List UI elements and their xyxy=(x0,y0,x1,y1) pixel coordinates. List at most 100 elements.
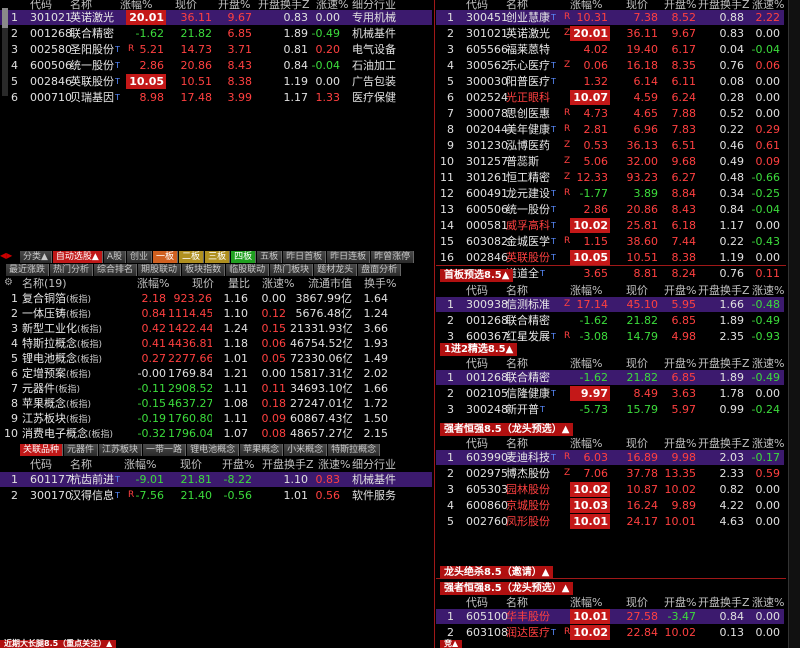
stock-code[interactable]: 001268 xyxy=(466,370,508,385)
col-sector-price[interactable]: 现价 xyxy=(192,276,214,291)
table-row[interactable]: 8 002044 美年健康T R 2.81 6.96 7.83 0.22 0.29 xyxy=(436,122,784,137)
col-turn[interactable]: 开盘换手Z xyxy=(698,595,750,610)
stock-code[interactable]: 301261 xyxy=(466,170,508,185)
stock-code[interactable]: 001268 xyxy=(466,313,508,328)
stock-name-cell[interactable]: 凤形股份 xyxy=(506,514,550,529)
stock-name-cell[interactable]: 圣阳股份T xyxy=(70,42,120,57)
stock-name[interactable]: 威孚高科 xyxy=(506,219,550,232)
col-code[interactable]: 代码 xyxy=(466,436,488,451)
stock-code[interactable]: 300562 xyxy=(466,58,508,73)
tab-tabs_row3-4[interactable]: 锂电池概念 xyxy=(187,444,240,456)
stock-name[interactable]: 圣阳股份 xyxy=(70,43,114,56)
col-open[interactable]: 开盘% xyxy=(664,356,696,371)
col-open[interactable]: 开盘% xyxy=(664,283,696,298)
col-sector-name[interactable]: 名称(19) xyxy=(22,276,67,291)
stock-name[interactable]: 润达医疗 xyxy=(506,626,550,639)
stock-code[interactable]: 300030 xyxy=(466,74,508,89)
stock-code[interactable]: 301230 xyxy=(466,138,508,153)
tab-tabs_row2-2[interactable]: 综合排名 xyxy=(94,264,138,276)
stock-code[interactable]: 601177 xyxy=(30,472,72,487)
col-turn[interactable]: 开盘换手Z xyxy=(262,457,314,472)
stock-code[interactable]: 002975 xyxy=(466,466,508,481)
tab-tabs_row2-0[interactable]: 最近涨跌 xyxy=(6,264,50,276)
stock-name[interactable]: 恒工精密 xyxy=(506,171,550,184)
col-name[interactable]: 名称 xyxy=(506,595,528,610)
stock-code[interactable]: 002846 xyxy=(466,250,508,265)
stock-name-cell[interactable]: 京城股份 xyxy=(506,498,550,513)
table-row[interactable]: 2 603108 润达医疗T R 10.02 22.84 10.02 0.13 0.00 xyxy=(436,625,784,640)
stock-code[interactable]: 002105 xyxy=(466,386,508,401)
sector-row[interactable]: 3 新型工业化(板指) 0.42 1422.44 1.24 0.15 21331.93亿 3.… xyxy=(0,321,432,336)
stock-name[interactable]: 阳普医疗 xyxy=(506,75,550,88)
section-label-g[interactable]: 强者恒强8.5（龙头预选）▲ xyxy=(440,423,574,436)
stock-name-cell[interactable]: 新开普T xyxy=(506,402,545,417)
table-row[interactable]: 4 600860 京城股份 10.03 16.24 9.89 4.22 0.00 xyxy=(436,498,784,513)
col-sector-turn[interactable]: 换手% xyxy=(364,276,396,291)
stock-name[interactable]: 英诺激光 xyxy=(70,11,114,24)
gear-icon[interactable]: ⚙ xyxy=(4,277,13,288)
tab-tabs_row1-11[interactable]: 昨曾涨停 xyxy=(371,251,415,263)
stock-code[interactable]: 002044 xyxy=(466,122,508,137)
col-price[interactable]: 现价 xyxy=(626,283,648,298)
stock-code[interactable]: 600367 xyxy=(466,329,508,344)
stock-code[interactable]: 603108 xyxy=(466,625,508,640)
stock-name-cell[interactable]: 阳普医疗T xyxy=(506,74,556,89)
col-speed[interactable]: 涨速% xyxy=(752,595,784,610)
table-row[interactable]: 13 600506 统一股份T 2.86 20.86 8.43 0.84 -0.04 xyxy=(436,202,784,217)
tab-tabs_row2-1[interactable]: 热门分析 xyxy=(50,264,94,276)
section-label-i[interactable]: 强者恒强8.5（龙头预选）▲ xyxy=(440,582,574,595)
stock-name[interactable]: 凤形股份 xyxy=(506,515,550,528)
stock-name-cell[interactable]: 联合精密 xyxy=(506,370,550,385)
stock-name[interactable]: 乐心医疗 xyxy=(506,59,550,72)
stock-code[interactable]: 600860 xyxy=(466,498,508,513)
sector-row[interactable]: 4 特斯拉概念(板指) 0.41 4436.81 1.18 0.06 46754.52亿 1.… xyxy=(0,336,432,351)
table-row[interactable]: 5 002846 英联股份T 10.05 10.51 8.38 1.19 0.00 广告包装 xyxy=(0,74,432,89)
stock-code[interactable]: 002760 xyxy=(466,514,508,529)
col-price[interactable]: 现价 xyxy=(626,436,648,451)
stock-name-cell[interactable]: 美年健康T xyxy=(506,122,556,137)
table-row[interactable]: 15 603082 金城医学T R 1.15 38.60 7.44 0.22 -0.43 xyxy=(436,234,784,249)
tab-tabs_row1-3[interactable]: 创业 xyxy=(127,251,153,263)
col-turn[interactable]: 开盘换手Z xyxy=(698,436,750,451)
tab-tabs_row3-6[interactable]: 小米概念 xyxy=(284,444,328,456)
col-open[interactable]: 开盘% xyxy=(222,457,254,472)
table-row[interactable]: 5 002760 凤形股份 10.01 24.17 10.01 4.63 0.00 xyxy=(436,514,784,529)
table-row[interactable]: 14 000581 威孚高科T 10.02 25.81 6.18 1.17 0.00 xyxy=(436,218,784,233)
stock-code[interactable]: 300451 xyxy=(466,10,508,25)
stock-code[interactable]: 301021 xyxy=(466,26,508,41)
table-row[interactable]: 10 301257 普蕊斯 Z 5.06 32.00 9.68 0.49 0.09 xyxy=(436,154,784,169)
stock-name-cell[interactable]: 英联股份T xyxy=(506,250,556,265)
stock-code[interactable]: 603990 xyxy=(466,450,508,465)
stock-name-cell[interactable]: 英联股份T xyxy=(70,74,120,89)
sector-name[interactable]: 江苏板块 xyxy=(22,412,66,425)
table-row[interactable]: 1 605100 华丰股份 10.01 27.58 -3.47 0.84 0.00 xyxy=(436,609,784,624)
tab-tabs_row2-3[interactable]: 期股联动 xyxy=(138,264,182,276)
stock-name-cell[interactable]: 乐心医疗T xyxy=(506,58,556,73)
stock-name[interactable]: 英联股份 xyxy=(70,75,114,88)
table-row[interactable]: 3 600367 红星发展T R -3.08 14.79 4.98 2.35 -0.93 xyxy=(436,329,784,344)
table-row[interactable]: 7 300078 思创医惠 R 4.73 4.65 7.88 0.52 0.00 xyxy=(436,106,784,121)
stock-name-cell[interactable]: 联合精密 xyxy=(70,26,114,41)
tab-tabs_row3-5[interactable]: 苹果概念 xyxy=(240,444,284,456)
panel-a-scrollbar[interactable] xyxy=(2,8,8,96)
stock-name[interactable]: 统一股份 xyxy=(70,59,114,72)
col-speed[interactable]: 涨速% xyxy=(752,283,784,298)
sector-name[interactable]: 元器件 xyxy=(22,382,55,395)
col-turn[interactable]: 开盘换手Z xyxy=(698,356,750,371)
table-row[interactable]: 3 002580 圣阳股份T R 5.21 14.73 3.71 0.81 0.20 电气设备 xyxy=(0,42,432,57)
col-price[interactable]: 现价 xyxy=(180,457,202,472)
table-row[interactable]: 2 001268 联合精密 -1.62 21.82 6.85 1.89 -0.49 机械基件 xyxy=(0,26,432,41)
sector-name[interactable]: 苹果概念 xyxy=(22,397,66,410)
tab-tabs_row2-8[interactable]: 盘面分析 xyxy=(358,264,402,276)
table-row[interactable]: 9 301230 泓博医药 Z 0.53 36.13 6.51 0.46 0.61 xyxy=(436,138,784,153)
col-open[interactable]: 开盘% xyxy=(664,595,696,610)
col-sector-speed[interactable]: 涨速% xyxy=(262,276,294,291)
table-row[interactable]: 1301021英诺激光Z20.0136.119.670.830.00专用机械 xyxy=(0,10,432,25)
table-row[interactable]: 3 605566 福莱蒽特 4.02 19.40 6.17 0.04 -0.04 xyxy=(436,42,784,57)
table-row[interactable]: 2 301021 英诺激光 Z 20.01 36.11 9.67 0.83 0.00 xyxy=(436,26,784,41)
table-row[interactable]: 1 300938 信测标准 Z 17.14 45.10 5.95 1.66 -0.48 xyxy=(436,297,784,312)
tab-tabs_row3-0[interactable]: 关联品种 xyxy=(20,444,64,456)
tab-tabs_row3-3[interactable]: 一带一路 xyxy=(143,444,187,456)
stock-name-cell[interactable]: 统一股份T xyxy=(70,58,120,73)
table-row[interactable]: 2 001268 联合精密 -1.62 21.82 6.85 1.89 -0.49 xyxy=(436,313,784,328)
